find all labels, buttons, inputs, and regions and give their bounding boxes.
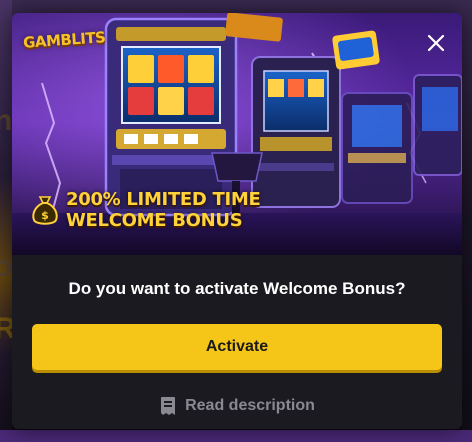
promo-banner: GAMBLITS $ 200% LIMITED TIME WELCOME BON…: [12, 13, 462, 255]
money-bag-icon: $: [32, 196, 58, 225]
read-description-label: Read description: [185, 397, 315, 414]
page-backdrop-left-edge: n o R: [0, 0, 16, 442]
welcome-bonus-modal: GAMBLITS $ 200% LIMITED TIME WELCOME BON…: [12, 13, 462, 429]
promo-line-2: WELCOME BONUS: [66, 210, 243, 231]
read-description-link[interactable]: Read description: [12, 396, 462, 416]
dialog-question: Do you want to activate Welcome Bonus?: [68, 279, 406, 298]
page-backdrop-bottom-bar: [0, 430, 472, 442]
activate-button[interactable]: Activate: [32, 324, 442, 370]
promo-headline: $ 200% LIMITED TIME WELCOME BONUS: [30, 189, 261, 231]
close-icon: [427, 34, 445, 52]
document-icon: [161, 397, 176, 415]
svg-text:$: $: [41, 209, 49, 222]
backdrop-text-fragment: o: [0, 250, 13, 283]
close-button[interactable]: [420, 27, 452, 59]
promo-text: 200% LIMITED TIME WELCOME BONUS: [66, 189, 261, 231]
page-backdrop-right-edge: [462, 0, 472, 442]
backdrop-text-fragment: n: [0, 104, 13, 137]
promo-line-1: 200% LIMITED TIME: [66, 189, 261, 210]
